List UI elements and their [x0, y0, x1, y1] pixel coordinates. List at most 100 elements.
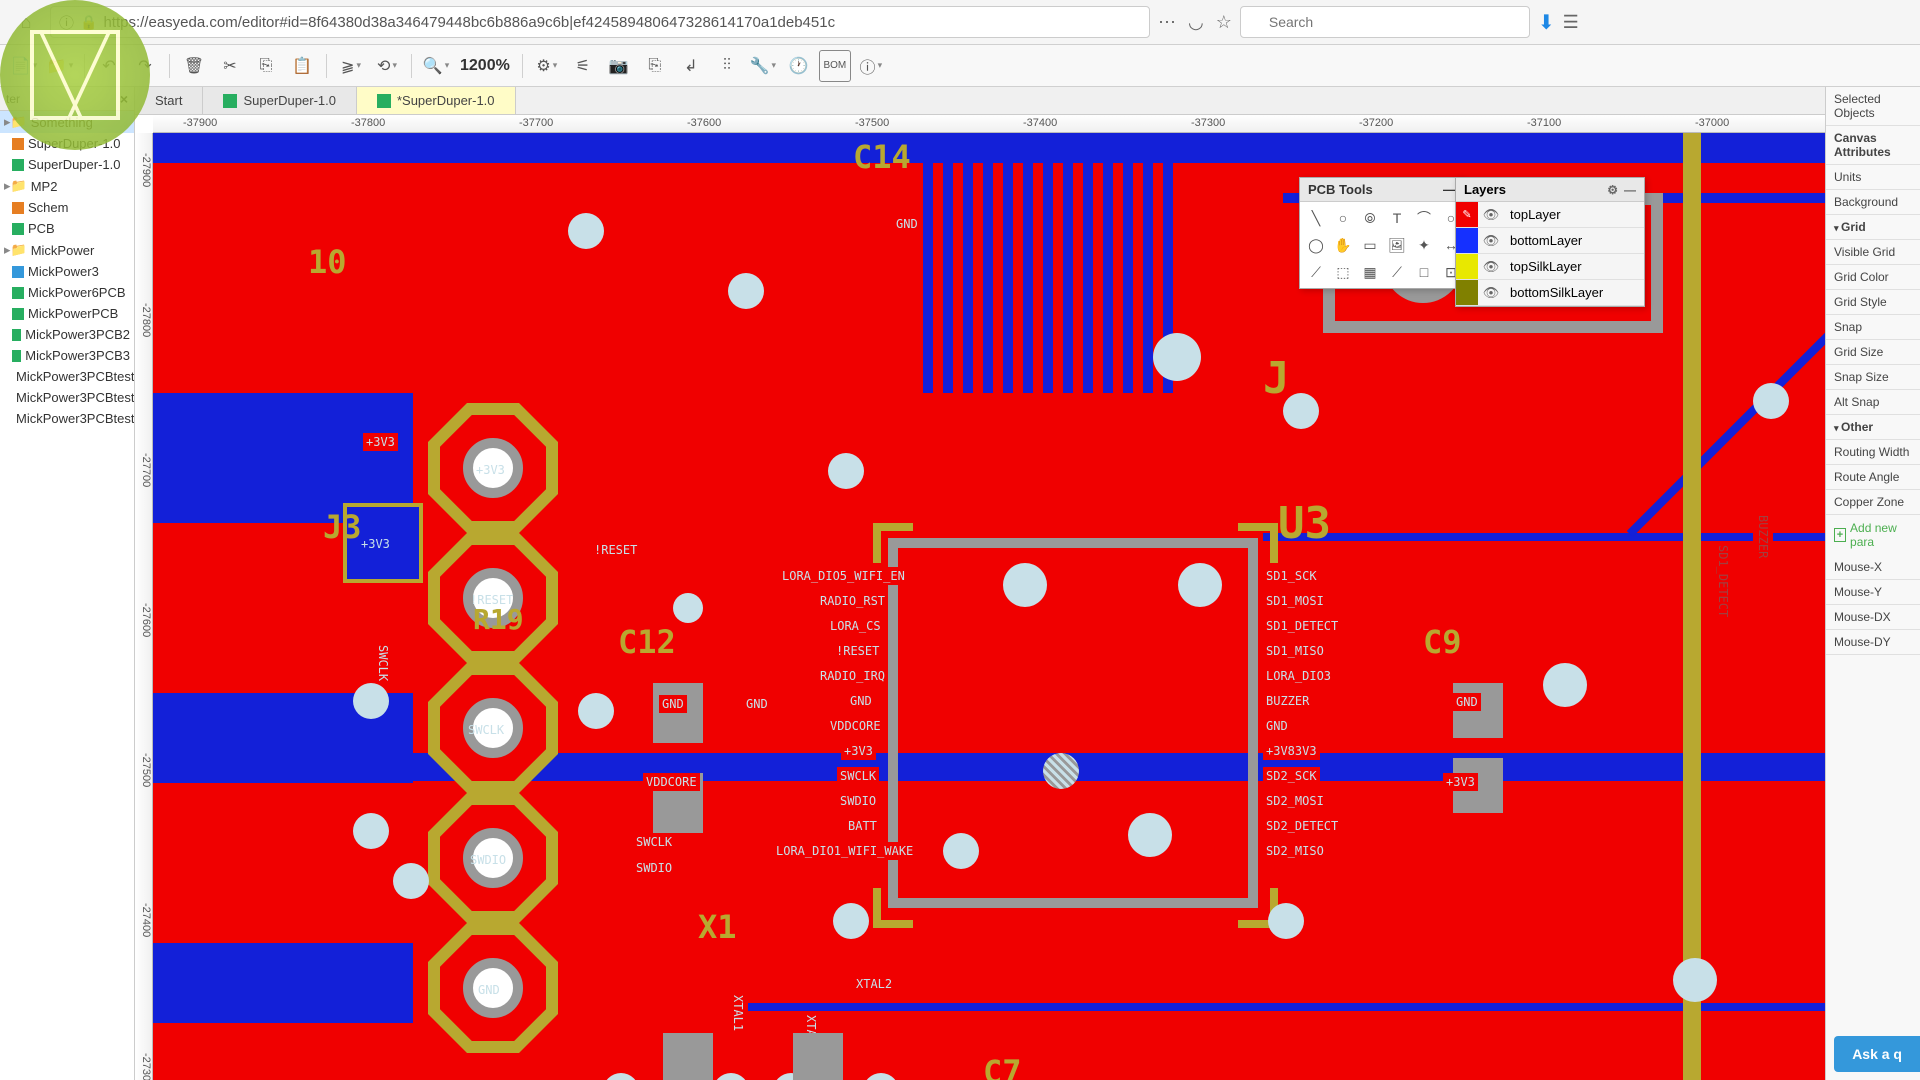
tree-item[interactable]: MickPower3PCB2	[0, 324, 134, 345]
download-icon[interactable]: ⬇	[1538, 10, 1555, 35]
snap-size-row[interactable]: Snap Size	[1826, 365, 1920, 390]
gear-button[interactable]: ⚙	[531, 50, 563, 82]
url-field[interactable]: ⓘ 🔒 https://easyeda.com/editor#id=8f6438…	[50, 6, 1150, 38]
tree-item[interactable]: Schem	[0, 197, 134, 218]
layer-row[interactable]: 👁bottomSilkLayer	[1456, 280, 1644, 306]
layers-panel[interactable]: Layers ⚙ — ✎👁topLayer👁bottomLayer👁topSil…	[1455, 177, 1645, 307]
pad-tool[interactable]: ○	[1331, 206, 1355, 230]
tree-item[interactable]: ▸📁MickPower	[0, 239, 134, 261]
track-tool[interactable]: ╲	[1304, 206, 1328, 230]
tree-item[interactable]: MickPower3PCB3	[0, 345, 134, 366]
tree-item[interactable]: MickPower3PCBtest3	[0, 408, 134, 429]
net-label: BUZZER	[1753, 513, 1773, 560]
minimize-icon[interactable]: —	[1624, 183, 1636, 197]
tools-button[interactable]: 🔧	[747, 50, 779, 82]
tree-item[interactable]: MickPower6PCB	[0, 282, 134, 303]
grid-style-row[interactable]: Grid Style	[1826, 290, 1920, 315]
image-tool[interactable]: 🖼	[1385, 233, 1409, 257]
schematic-icon	[12, 202, 24, 214]
grid-header[interactable]: Grid	[1826, 215, 1920, 240]
eye-icon[interactable]: 👁	[1478, 207, 1504, 223]
tab-file-1[interactable]: SuperDuper-1.0	[203, 87, 357, 114]
camera-button[interactable]: 📷	[603, 50, 635, 82]
zoom-button[interactable]: 🔍	[420, 50, 452, 82]
tree-item[interactable]: SuperDuper-1.0	[0, 154, 134, 175]
grid-size-row[interactable]: Grid Size	[1826, 340, 1920, 365]
units-row[interactable]: Units	[1826, 165, 1920, 190]
routing-width-row[interactable]: Routing Width	[1826, 440, 1920, 465]
tab-file-2[interactable]: *SuperDuper-1.0	[357, 87, 516, 114]
align-button[interactable]: ⫺	[335, 50, 367, 82]
ellipse-tool[interactable]: ◯	[1304, 233, 1328, 257]
text-tool[interactable]: T	[1385, 206, 1409, 230]
move-tool[interactable]: ✋	[1331, 233, 1355, 257]
library-icon[interactable]: ☰	[1563, 12, 1579, 33]
dimension-tool[interactable]: ⟋	[1385, 260, 1409, 284]
silk-10: 10	[308, 243, 347, 281]
rect-tool[interactable]: ▭	[1358, 233, 1382, 257]
tree-item[interactable]: MickPowerPCB	[0, 303, 134, 324]
help-button[interactable]: ⓘ	[855, 50, 887, 82]
history-button[interactable]: 🕐	[783, 50, 815, 82]
delete-button[interactable]: 🗑	[178, 50, 210, 82]
more-icon[interactable]: ⋯	[1158, 12, 1176, 33]
copy-button[interactable]: ⎘	[250, 50, 282, 82]
tree-item[interactable]: MickPower3PCBtest	[0, 366, 134, 387]
layer-row[interactable]: ✎👁topLayer	[1456, 202, 1644, 228]
rotate-button[interactable]: ⟲	[371, 50, 403, 82]
net-label: SD1_SCK	[1263, 567, 1320, 585]
layer-row[interactable]: 👁topSilkLayer	[1456, 254, 1644, 280]
layers-header[interactable]: Layers ⚙ —	[1456, 178, 1644, 202]
eye-icon[interactable]: 👁	[1478, 259, 1504, 275]
paste-button[interactable]: 📋	[286, 50, 318, 82]
pcb-tools-header[interactable]: PCB Tools —	[1300, 178, 1464, 202]
ruler-tick: -37300	[1191, 117, 1225, 129]
arc-tool[interactable]: ⌒	[1412, 206, 1436, 230]
ask-question-button[interactable]: Ask a q	[1834, 1036, 1920, 1072]
pcb-tools-panel[interactable]: PCB Tools — ╲ ○ ⦾ T ⌒ ○ ◯ ✋ ▭ 🖼 ✦ ↔ ⟋ ⬚ …	[1299, 177, 1465, 289]
import-button[interactable]: ↲	[675, 50, 707, 82]
add-parameter[interactable]: Add new para	[1826, 515, 1920, 555]
eye-icon[interactable]: 👁	[1478, 285, 1504, 301]
autoroute-button[interactable]: ⫶⫶	[711, 50, 743, 82]
browser-search-wrap	[1240, 6, 1530, 38]
visible-grid-row[interactable]: Visible Grid	[1826, 240, 1920, 265]
eye-icon[interactable]: 👁	[1478, 233, 1504, 249]
background-row[interactable]: Background	[1826, 190, 1920, 215]
copper-zone-row[interactable]: Copper Zone	[1826, 490, 1920, 515]
export-button[interactable]: ⎘	[639, 50, 671, 82]
ruler-tick: -27400	[135, 903, 152, 937]
other-header[interactable]: Other	[1826, 415, 1920, 440]
net-label: SD2_MOSI	[1263, 792, 1327, 810]
mouse-dx-row: Mouse-DX	[1826, 605, 1920, 630]
snap-row[interactable]: Snap	[1826, 315, 1920, 340]
via-tool[interactable]: ⦾	[1358, 206, 1382, 230]
pocket-icon[interactable]: ◡	[1188, 12, 1204, 33]
browser-search[interactable]	[1240, 6, 1530, 38]
ruler-vertical: -27900-27800-27700-27600-27500-27400-273…	[135, 133, 153, 1080]
tree-item[interactable]: MickPower3	[0, 261, 134, 282]
star-icon[interactable]: ☆	[1216, 12, 1232, 33]
selected-objects-header[interactable]: Selected Objects	[1826, 87, 1920, 126]
bom-button[interactable]: BOM	[819, 50, 851, 82]
ruler-tick: -37100	[1527, 117, 1561, 129]
url-text: https://easyeda.com/editor#id=8f64380d38…	[103, 14, 1141, 31]
tree-item[interactable]: MickPower3PCBtest2	[0, 387, 134, 408]
ruler-horizontal: -37900-37800-37700-37600-37500-37400-373…	[153, 115, 1825, 133]
layer-row[interactable]: 👁bottomLayer	[1456, 228, 1644, 254]
tree-item[interactable]: PCB	[0, 218, 134, 239]
gear-icon[interactable]: ⚙	[1607, 183, 1618, 197]
net-label: SD1_DETECT	[1263, 617, 1341, 635]
solid-tool[interactable]: ▦	[1358, 260, 1382, 284]
cut-button[interactable]: ✂	[214, 50, 246, 82]
canvas-attributes-header[interactable]: Canvas Attributes	[1826, 126, 1920, 165]
route-angle-row[interactable]: Route Angle	[1826, 465, 1920, 490]
share-button[interactable]: ⚟	[567, 50, 599, 82]
hole-tool[interactable]: ⟋	[1304, 260, 1328, 284]
alt-snap-row[interactable]: Alt Snap	[1826, 390, 1920, 415]
copper-tool[interactable]: ⬚	[1331, 260, 1355, 284]
canvas-origin-tool[interactable]: ✦	[1412, 233, 1436, 257]
tree-item[interactable]: ▸📁MP2	[0, 175, 134, 197]
connect-tool[interactable]: □	[1412, 260, 1436, 284]
grid-color-row[interactable]: Grid Color	[1826, 265, 1920, 290]
